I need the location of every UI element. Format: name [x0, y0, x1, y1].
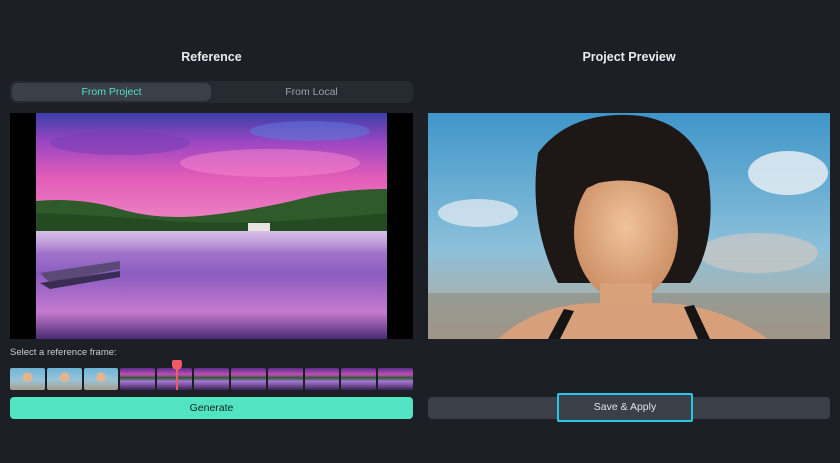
project-preview-title: Project Preview	[582, 50, 676, 64]
frame-thumbnail[interactable]	[46, 368, 82, 390]
frame-thumbnail[interactable]	[83, 368, 119, 390]
reference-frame-label: Select a reference frame:	[10, 347, 117, 358]
project-preview-image	[428, 113, 830, 339]
frame-thumbnail[interactable]	[304, 368, 340, 390]
frame-thumbnail[interactable]	[120, 368, 156, 390]
reference-source-tabs: From Project From Local	[10, 81, 413, 103]
project-preview-panel	[428, 113, 830, 339]
frame-thumbnail[interactable]	[230, 368, 266, 390]
reference-lake-image	[10, 113, 413, 339]
frame-thumbnail[interactable]	[194, 368, 229, 390]
reference-frame-filmstrip[interactable]	[10, 368, 413, 390]
frame-thumbnail[interactable]	[10, 368, 45, 390]
scrubber-line	[176, 368, 178, 390]
frame-thumbnail[interactable]	[341, 368, 377, 390]
frame-thumbnail[interactable]	[378, 368, 413, 390]
reference-image-panel	[10, 113, 413, 339]
save-and-apply-button[interactable]: Save & Apply	[557, 393, 693, 422]
generate-button[interactable]: Generate	[10, 397, 413, 419]
tab-from-local[interactable]: From Local	[212, 83, 411, 101]
reference-title: Reference	[181, 50, 242, 64]
frame-scrubber-handle[interactable]	[172, 360, 182, 390]
tab-from-project[interactable]: From Project	[12, 83, 211, 101]
frame-thumbnail[interactable]	[267, 368, 303, 390]
